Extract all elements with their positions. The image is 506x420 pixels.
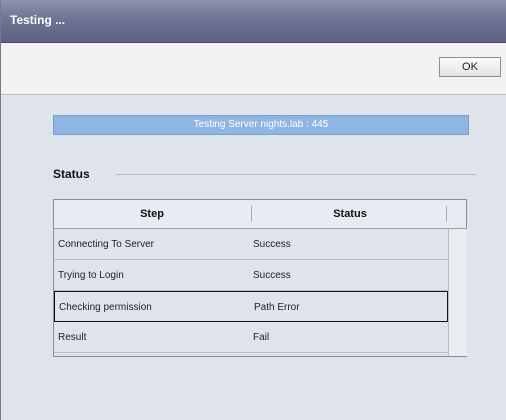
status-table: Step Status Connecting To Server Success… xyxy=(53,199,467,357)
status-cell: Success xyxy=(253,239,291,250)
title-bar[interactable]: Testing ... xyxy=(1,0,506,43)
status-cell: Success xyxy=(253,270,291,281)
status-heading: Status xyxy=(53,167,90,181)
table-header: Step Status xyxy=(54,200,466,229)
testing-dialog: Testing ... OK Testing Server nights.lab… xyxy=(0,0,506,420)
toolbar: OK xyxy=(1,43,506,95)
column-header-step[interactable]: Step xyxy=(54,208,250,220)
step-cell: Connecting To Server xyxy=(58,239,154,250)
column-header-status[interactable]: Status xyxy=(252,208,448,220)
step-cell: Result xyxy=(58,332,87,343)
progress-text: Testing Server nights.lab : 445 xyxy=(193,119,329,130)
table-row-selected[interactable]: Checking permission Path Error xyxy=(54,291,448,322)
status-cell: Path Error xyxy=(254,302,300,313)
progress-bar: Testing Server nights.lab : 445 xyxy=(53,115,469,135)
content-area: Testing Server nights.lab : 445 Status S… xyxy=(1,95,506,420)
table-row[interactable]: Connecting To Server Success xyxy=(54,229,448,260)
vertical-scrollbar[interactable] xyxy=(448,229,467,356)
column-divider[interactable] xyxy=(446,206,447,222)
ok-button[interactable]: OK xyxy=(439,57,501,77)
step-cell: Checking permission xyxy=(59,302,152,313)
table-row[interactable]: Result Fail xyxy=(54,322,448,353)
window-title: Testing ... xyxy=(10,13,66,27)
step-cell: Trying to Login xyxy=(58,270,124,281)
status-divider xyxy=(116,174,476,175)
status-cell: Fail xyxy=(253,332,270,343)
table-row[interactable]: Trying to Login Success xyxy=(54,260,448,291)
table-body: Connecting To Server Success Trying to L… xyxy=(54,229,448,353)
